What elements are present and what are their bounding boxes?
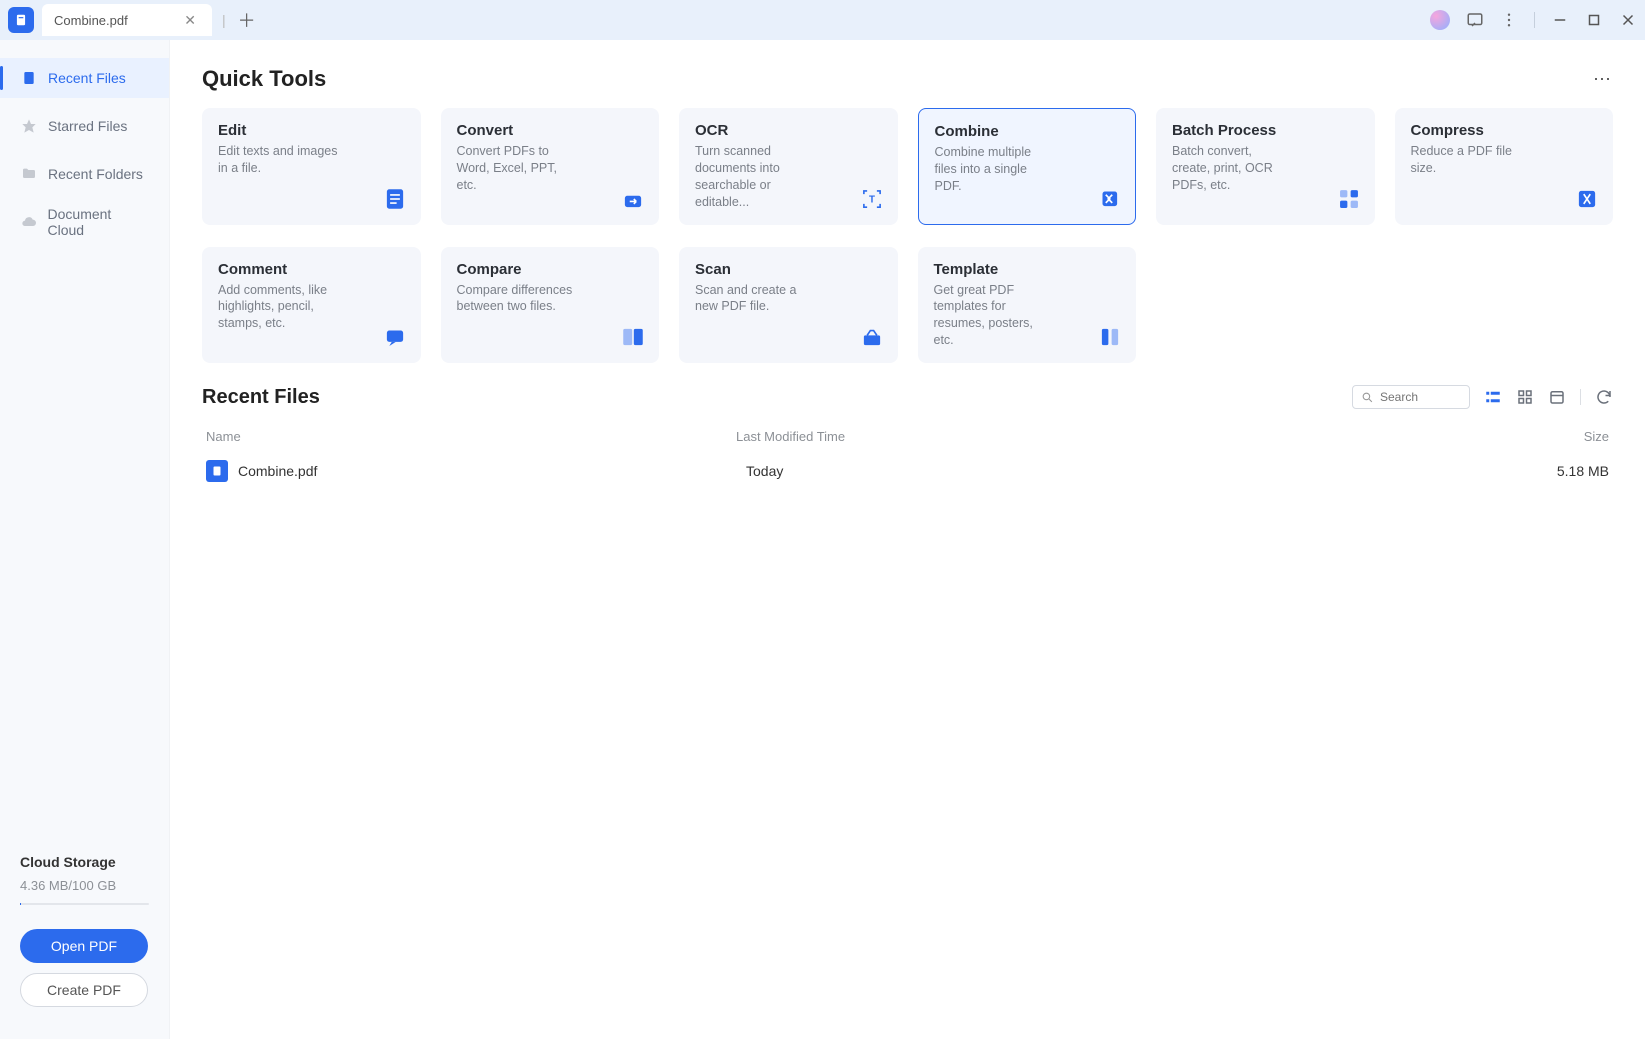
tool-card-template[interactable]: Template Get great PDF templates for res… <box>918 247 1137 364</box>
new-tab-button[interactable]: ＋ <box>232 7 262 33</box>
tool-title: Compare <box>457 261 644 278</box>
tool-desc: Turn scanned documents into searchable o… <box>695 143 815 211</box>
file-size: 5.18 MB <box>1529 463 1609 479</box>
main-content: Quick Tools ⋯ Edit Edit texts and images… <box>170 40 1645 1039</box>
tool-card-scan[interactable]: Scan Scan and create a new PDF file. <box>679 247 898 364</box>
sidebar-item-recent-folders[interactable]: Recent Folders <box>0 154 169 194</box>
close-window-button[interactable] <box>1619 11 1637 29</box>
tool-desc: Reduce a PDF file size. <box>1411 143 1531 177</box>
calendar-icon[interactable] <box>1548 388 1566 406</box>
column-modified: Last Modified Time <box>736 429 1529 444</box>
file-table-header: Name Last Modified Time Size <box>202 421 1613 452</box>
feedback-icon[interactable] <box>1466 11 1484 29</box>
tool-title: Compress <box>1411 122 1598 139</box>
edit-icon <box>381 185 409 213</box>
recent-files-icon <box>20 69 38 87</box>
convert-icon <box>619 185 647 213</box>
template-icon <box>1096 323 1124 351</box>
create-pdf-button[interactable]: Create PDF <box>20 973 148 1007</box>
tool-desc: Get great PDF templates for resumes, pos… <box>934 282 1054 350</box>
search-input[interactable] <box>1380 390 1460 404</box>
titlebar: Combine.pdf ✕ | ＋ <box>0 0 1645 40</box>
tool-title: Template <box>934 261 1121 278</box>
toolbar-divider <box>1580 389 1581 405</box>
tool-title: Edit <box>218 122 405 139</box>
tool-card-comment[interactable]: Comment Add comments, like highlights, p… <box>202 247 421 364</box>
tool-card-batch-process[interactable]: Batch Process Batch convert, create, pri… <box>1156 108 1375 225</box>
tab-title: Combine.pdf <box>54 13 128 28</box>
tool-card-edit[interactable]: Edit Edit texts and images in a file. <box>202 108 421 225</box>
cloud-storage-usage: 4.36 MB/100 GB <box>20 878 149 893</box>
tool-title: Batch Process <box>1172 122 1359 139</box>
tool-title: OCR <box>695 122 882 139</box>
file-row[interactable]: Combine.pdf Today 5.18 MB <box>202 452 1613 490</box>
ocr-icon: T <box>858 185 886 213</box>
recent-files-heading: Recent Files <box>202 386 320 409</box>
sidebar-item-label: Recent Files <box>48 70 126 86</box>
sidebar-item-label: Recent Folders <box>48 166 143 182</box>
app-logo-icon <box>8 7 34 33</box>
folder-icon <box>20 165 38 183</box>
sidebar-item-document-cloud[interactable]: Document Cloud <box>0 202 169 242</box>
tab-divider: | <box>222 12 226 28</box>
scan-icon <box>858 323 886 351</box>
tool-desc: Edit texts and images in a file. <box>218 143 338 177</box>
tool-card-ocr[interactable]: OCR Turn scanned documents into searchab… <box>679 108 898 225</box>
sidebar-item-recent-files[interactable]: Recent Files <box>0 58 169 98</box>
list-view-icon[interactable] <box>1484 388 1502 406</box>
svg-text:T: T <box>869 194 875 205</box>
tool-card-combine[interactable]: Combine Combine multiple files into a si… <box>918 108 1137 225</box>
user-avatar-icon[interactable] <box>1430 10 1450 30</box>
tool-title: Scan <box>695 261 882 278</box>
tool-desc: Add comments, like highlights, pencil, s… <box>218 282 338 333</box>
minimize-button[interactable] <box>1551 11 1569 29</box>
combine-icon <box>1095 184 1123 212</box>
pdf-file-icon <box>206 460 228 482</box>
tool-card-compare[interactable]: Compare Compare differences between two … <box>441 247 660 364</box>
grid-view-icon[interactable] <box>1516 388 1534 406</box>
open-pdf-button[interactable]: Open PDF <box>20 929 148 963</box>
tool-card-convert[interactable]: Convert Convert PDFs to Word, Excel, PPT… <box>441 108 660 225</box>
maximize-button[interactable] <box>1585 11 1603 29</box>
search-icon <box>1361 391 1374 404</box>
cloud-storage-label: Cloud Storage <box>20 854 149 870</box>
tool-card-compress[interactable]: Compress Reduce a PDF file size. <box>1395 108 1614 225</box>
file-modified: Today <box>746 463 1529 479</box>
more-options-icon[interactable]: ⋯ <box>1593 69 1613 90</box>
sidebar-item-label: Document Cloud <box>48 206 149 238</box>
sidebar-item-label: Starred Files <box>48 118 127 134</box>
tool-title: Combine <box>935 123 1120 140</box>
tool-title: Comment <box>218 261 405 278</box>
compress-icon <box>1573 185 1601 213</box>
sidebar: Recent Files Starred Files Recent Folder… <box>0 40 170 1039</box>
tool-desc: Combine multiple files into a single PDF… <box>935 144 1055 195</box>
close-tab-icon[interactable]: ✕ <box>180 12 200 29</box>
storage-progress-bar <box>20 903 149 905</box>
file-name: Combine.pdf <box>238 463 746 479</box>
kebab-menu-icon[interactable] <box>1500 11 1518 29</box>
column-name: Name <box>206 429 736 444</box>
compare-icon <box>619 323 647 351</box>
cloud-icon <box>20 213 38 231</box>
search-box[interactable] <box>1352 385 1470 409</box>
tool-desc: Convert PDFs to Word, Excel, PPT, etc. <box>457 143 577 194</box>
star-icon <box>20 117 38 135</box>
sidebar-item-starred-files[interactable]: Starred Files <box>0 106 169 146</box>
quick-tools-heading: Quick Tools <box>202 66 326 92</box>
document-tab[interactable]: Combine.pdf ✕ <box>42 4 212 36</box>
tool-desc: Batch convert, create, print, OCR PDFs, … <box>1172 143 1292 194</box>
titlebar-divider <box>1534 12 1535 28</box>
batch-icon <box>1335 185 1363 213</box>
comment-icon <box>381 323 409 351</box>
tool-desc: Scan and create a new PDF file. <box>695 282 815 316</box>
column-size: Size <box>1529 429 1609 444</box>
tool-desc: Compare differences between two files. <box>457 282 577 316</box>
refresh-icon[interactable] <box>1595 388 1613 406</box>
tool-title: Convert <box>457 122 644 139</box>
